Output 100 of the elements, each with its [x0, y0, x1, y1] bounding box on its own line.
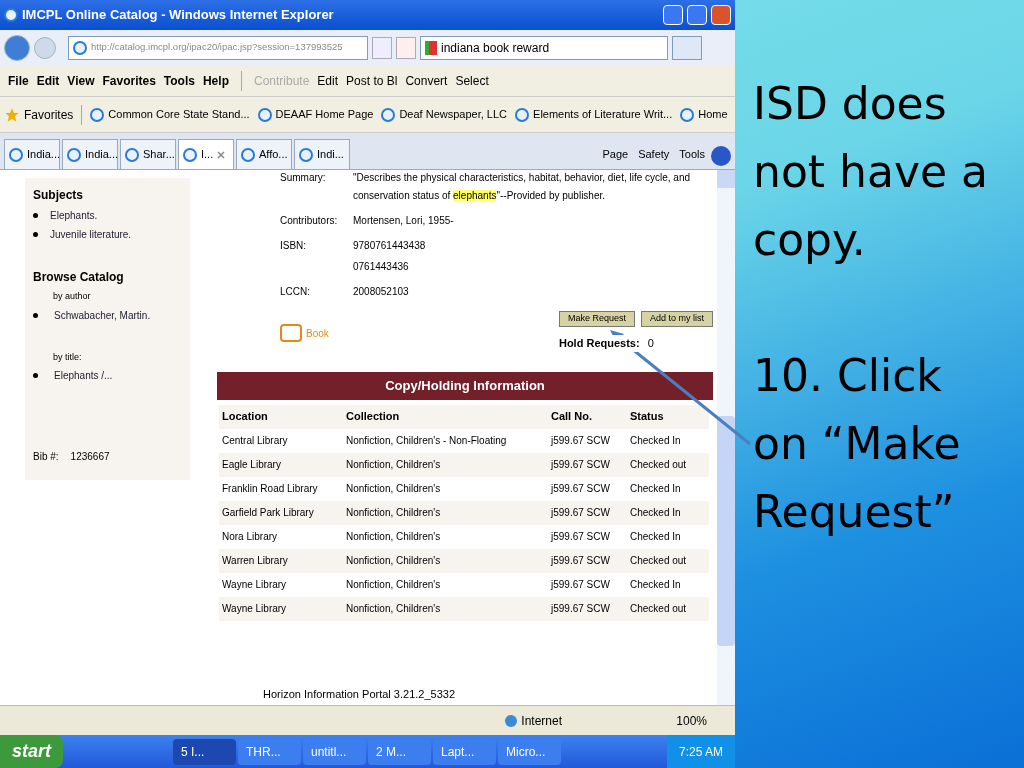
favorite-link[interactable]: Common Core State Stand... — [90, 106, 250, 123]
subject-link[interactable]: Juvenile literature. — [50, 227, 132, 242]
table-cell-text: j599.67 SCW — [551, 434, 611, 448]
toolbar-button[interactable]: Post to Bl — [342, 71, 402, 90]
favorite-link[interactable]: Elements of Literature Writ... — [515, 106, 673, 123]
browser-tab[interactable]: I... — [178, 139, 234, 169]
close-button[interactable] — [711, 5, 731, 25]
table-cell-text: Nonfiction, Children's — [346, 602, 442, 616]
taskbar-button[interactable]: 5 I... — [173, 738, 236, 765]
table-cell-text: Checked out — [630, 458, 688, 472]
author-link[interactable]: Schwabacher, Martin. — [54, 307, 151, 323]
subject-link[interactable]: Elephants. — [50, 208, 98, 223]
back-button[interactable] — [4, 34, 30, 61]
favorite-link[interactable]: Home — [680, 106, 728, 123]
menu-item[interactable]: Help — [198, 71, 233, 90]
command-button[interactable]: Safety — [634, 139, 674, 169]
slide-text: 10. Click on “Make Request” — [753, 349, 962, 539]
table-cell-text: Nonfiction, Children's — [346, 482, 442, 496]
field-label: ISBN: — [280, 239, 308, 253]
request-button[interactable]: Add to my list — [640, 311, 713, 327]
table-cell-text: Eagle Library — [222, 458, 282, 472]
page-icon — [90, 107, 105, 122]
search-field[interactable]: indiana book reward — [420, 35, 668, 60]
bullet-icon — [33, 373, 38, 378]
table-cell-text: j599.67 SCW — [551, 482, 611, 496]
table-cell-text: Nonfiction, Children's — [346, 458, 442, 472]
browser-tab[interactable]: Affo... — [236, 139, 292, 169]
taskbar-button[interactable]: THR... — [238, 738, 301, 765]
table-cell-text: Nonfiction, Children's — [346, 506, 442, 520]
table-cell-text: Franklin Road Library — [222, 482, 319, 496]
window-title: IMCPL Online Catalog - Windows Internet Explorer — [22, 6, 335, 25]
toolbar-button[interactable]: Edit — [313, 71, 343, 90]
taskbar-button[interactable]: 2 M... — [368, 738, 431, 765]
table-cell-text: Central Library — [222, 434, 289, 448]
table-cell-text: Nonfiction, Children's - Non-Floating — [346, 434, 508, 448]
title-link[interactable]: Elephants /... — [54, 368, 113, 383]
zoom-button[interactable]: 100% — [676, 711, 707, 730]
browser-icon — [73, 40, 87, 55]
table-cell-text: Checked out — [630, 602, 688, 616]
toolbar-button[interactable]: Select — [451, 71, 493, 90]
favorites-button[interactable]: Favorites — [4, 105, 74, 124]
summary-text: conservation status of elephants"--Provided by publisher. — [353, 189, 607, 203]
menu-item[interactable]: Tools — [159, 71, 199, 90]
minimize-button[interactable] — [663, 5, 683, 25]
menu-item[interactable]: Edit — [32, 71, 64, 90]
browser-tab[interactable]: India... — [4, 139, 60, 169]
help-button[interactable] — [711, 146, 731, 166]
column-header: Location — [222, 409, 269, 425]
page-icon — [183, 147, 197, 162]
star-icon — [4, 106, 20, 123]
command-button[interactable]: Page — [598, 139, 633, 169]
field-value: 9780761443438 — [353, 239, 426, 253]
page-icon — [381, 107, 396, 122]
column-header: Status — [630, 409, 665, 425]
request-button[interactable]: Make Request — [558, 311, 635, 327]
table-cell-text: j599.67 SCW — [551, 578, 611, 592]
favorite-link[interactable]: Deaf Newspaper, LLC — [381, 106, 508, 123]
favorite-link[interactable]: DEAAF Home Page — [257, 106, 374, 123]
page-icon — [9, 147, 23, 162]
menu-item[interactable]: Favorites — [98, 71, 160, 90]
table-cell-text: Garfield Park Library — [222, 506, 315, 520]
page-icon — [680, 107, 695, 122]
maximize-button[interactable] — [687, 5, 707, 25]
toolbar-button[interactable]: Convert — [401, 71, 452, 90]
table-cell-text: Checked In — [630, 434, 682, 448]
table-cell-text: j599.67 SCW — [551, 554, 611, 568]
slide-text: ISD does not have a copy. — [753, 77, 989, 267]
table-cell-text: Checked In — [630, 530, 682, 544]
footer-text: Horizon Information Portal 3.21.2_5332 — [263, 686, 456, 701]
stop-button[interactable] — [396, 36, 416, 59]
menu-item[interactable]: View — [63, 71, 99, 90]
bullet-icon — [33, 312, 38, 318]
bullet-icon — [33, 232, 38, 237]
search-button[interactable] — [672, 35, 702, 60]
taskbar-button[interactable]: untitl... — [303, 738, 366, 765]
field-value: Mortensen, Lori, 1955- — [353, 214, 454, 228]
bib-label: Bib #: — [33, 450, 59, 464]
table-cell-text: Nonfiction, Children's — [346, 554, 442, 568]
zone-label: Internet — [521, 712, 563, 730]
address-field[interactable]: http://catalog.imcpl.org/ipac20/ipac.jsp?session=137993525 — [68, 35, 368, 60]
field-label: Contributors: — [280, 214, 338, 228]
command-button[interactable]: Tools — [675, 139, 709, 169]
browser-tab[interactable]: India... — [62, 139, 118, 169]
sidebar-heading: Browse Catalog — [33, 269, 125, 286]
browser-tab[interactable]: Indi... — [294, 139, 350, 169]
globe-icon — [505, 714, 518, 727]
browser-tab[interactable]: Shar... — [120, 139, 176, 169]
close-tab-icon — [217, 150, 226, 159]
page-icon — [299, 147, 313, 162]
table-cell-text: Wayne Library — [222, 602, 288, 616]
start-button[interactable]: start — [0, 735, 63, 768]
sidebar-heading: Subjects — [33, 187, 84, 204]
hold-label: Hold Requests: — [558, 335, 640, 352]
menu-item[interactable]: File — [4, 71, 33, 90]
bib-number: 1236667 — [70, 450, 110, 464]
taskbar-button[interactable]: Lapt... — [433, 738, 496, 765]
refresh-button[interactable] — [372, 36, 392, 59]
page-icon — [125, 147, 139, 162]
field-label: LCCN: — [280, 285, 311, 299]
taskbar-button[interactable]: Micro... — [498, 738, 561, 765]
